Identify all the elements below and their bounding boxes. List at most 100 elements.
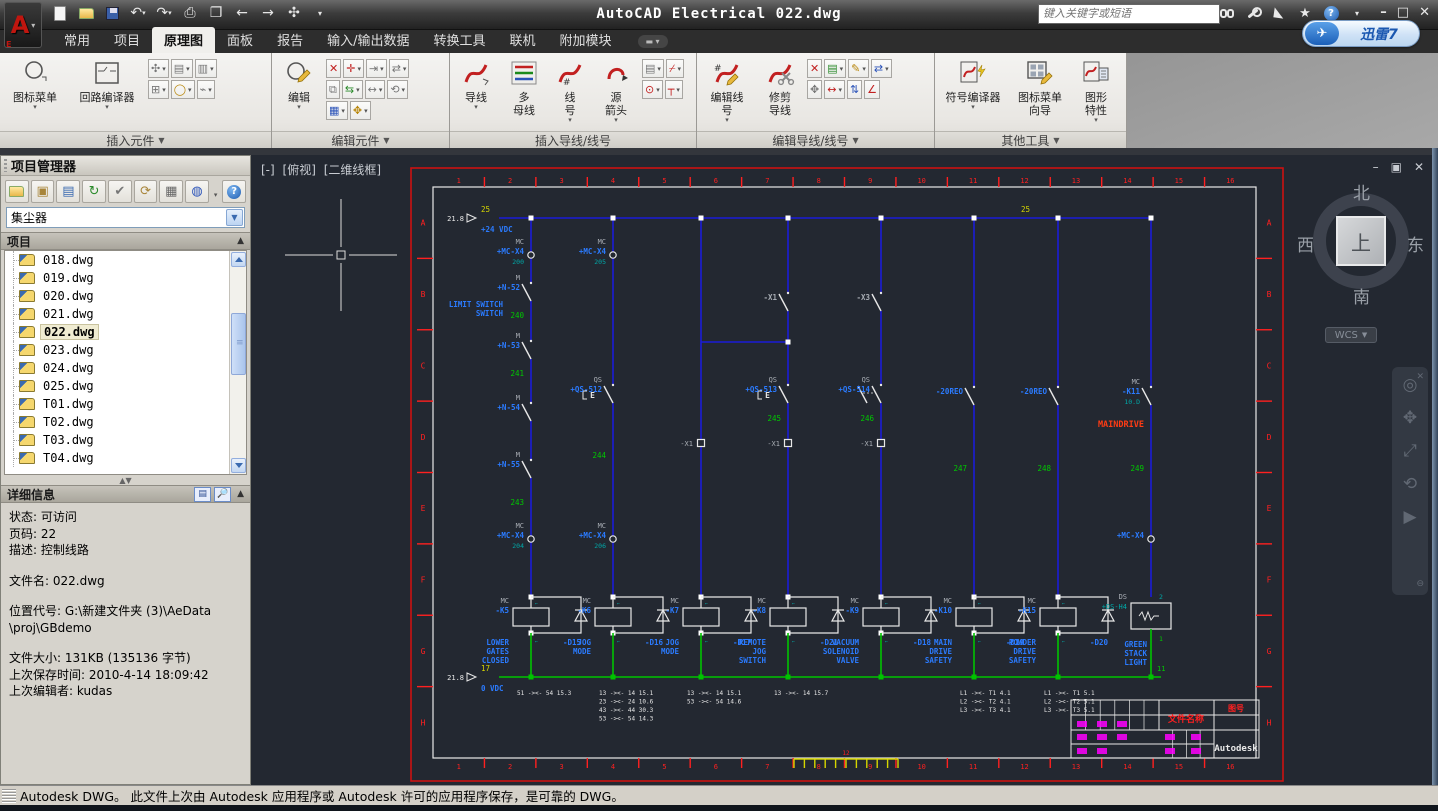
scoot-button[interactable]: ✛▾ [343,59,364,78]
tab-2[interactable]: 原理图 [152,27,215,53]
edit-wire-number-button[interactable]: # 编辑线 号 ▾ [701,57,753,126]
search-input[interactable] [1038,4,1220,24]
zoom-icon[interactable]: ⤢ [1403,443,1417,460]
tab-8[interactable]: 附加模块 [548,27,624,53]
tab-1[interactable]: 项目 [102,27,152,53]
tab-0[interactable]: 常用 [52,27,102,53]
delete-component-button[interactable]: ✕ [326,59,341,78]
toggle-angle-button[interactable]: ∠ [864,80,880,99]
tab-3[interactable]: 面板 [215,27,265,53]
reverse-button[interactable]: ↔▾ [365,80,386,99]
collapse-icon[interactable]: ▲ [237,236,244,246]
balloon-button[interactable]: ◯▾ [171,80,195,99]
statusbar-grip-icon[interactable] [2,789,16,803]
move-wire-number-button[interactable]: ✥ [807,80,822,99]
stretch-wire-button[interactable]: ↔▾ [824,80,845,99]
add-rung-button[interactable]: ▤▾ [824,59,846,78]
file-row[interactable]: T02.dwg [5,413,246,431]
tab-7[interactable]: 联机 [497,27,547,53]
file-row[interactable]: 024.dwg [5,359,246,377]
star-icon[interactable]: ★ [1296,4,1314,22]
redo-icon[interactable]: ↷▾ [154,3,174,23]
open-icon[interactable] [76,3,96,23]
navbar-collapse-icon[interactable]: ⊖ [1416,576,1424,593]
scroll-down-icon[interactable] [231,458,246,473]
drawing-canvas[interactable]: [-] [俯视] [二维线框] – ▣ ✕ 112233445566778899… [251,155,1432,785]
satellite-icon[interactable] [1270,4,1288,22]
panel-footer-0[interactable]: 插入元件▼ [0,131,271,148]
save-icon[interactable] [102,3,122,23]
wcs-dropdown[interactable]: WCS▼ [1325,327,1377,343]
icon-menu-wizard-button[interactable]: 图标菜单 向导 [1011,57,1069,119]
details-preview-icon[interactable]: 🔎 [214,487,231,502]
scroll-up-icon[interactable] [231,252,246,267]
wire-dot2-button[interactable]: ⊙▾ [642,80,663,99]
navbar-close-icon[interactable]: ✕ [1416,369,1424,386]
check-project-icon[interactable]: ✔ [108,180,132,203]
scroll-thumb[interactable] [231,313,246,375]
plot-project-icon[interactable]: ▦ [159,180,183,203]
drawing-list-icon[interactable]: ▤ [56,180,80,203]
doc-close-icon[interactable]: ✕ [1414,160,1424,174]
trim-wire-button[interactable]: 修剪 导线 [757,57,803,119]
viewcube-top-face[interactable]: 上 [1336,216,1386,266]
file-row[interactable]: 025.dwg [5,377,246,395]
flip-wire-number-button[interactable]: ⇅ [847,80,862,99]
plot-icon[interactable]: ⎙ [180,3,200,23]
panel-footer-2[interactable]: 插入导线/线号 [450,131,696,148]
icon-menu-button[interactable]: 图标菜单 ▾ [4,57,66,113]
combo-dropdown-icon[interactable]: ▼ [226,209,243,226]
wire-gap-button[interactable]: ⌿▾ [666,59,684,78]
viewport-minus-control[interactable]: [-] [261,163,275,177]
project-combo[interactable]: 集尘器 ▼ [6,207,245,228]
terminal-strip-button[interactable]: ▤▾ [171,59,193,78]
open-project-icon[interactable] [5,180,29,203]
multi-insert-button[interactable]: ⊞▾ [148,80,169,99]
copy-component-button[interactable]: ⧉ [326,80,340,99]
edit-wire-button[interactable]: ✎▾ [848,59,869,78]
panel-footer-3[interactable]: 编辑导线/线号▼ [697,131,934,148]
maximize-icon[interactable]: □ [1397,5,1409,20]
back-icon[interactable]: ← [232,3,252,23]
xunlei-button[interactable]: ✈ 迅雷7 [1302,20,1420,47]
file-row[interactable]: 023.dwg [5,341,246,359]
toolbar-overflow-icon[interactable]: ▾ [211,182,220,201]
file-row[interactable]: 022.dwg [5,323,246,341]
palette-title[interactable]: 项目管理器 [1,156,250,176]
circuit-builder-button[interactable]: 回路编译器 ▾ [70,57,144,113]
palette-splitter[interactable]: ▲▼ [1,475,250,485]
symbol-builder-button[interactable]: 符号编译器 ▾ [939,57,1007,113]
close-icon[interactable]: ✕ [1419,5,1430,20]
details-list-icon[interactable]: ▤ [194,487,211,502]
source-arrow-button[interactable]: 源 箭头 ▾ [594,57,638,126]
file-row[interactable]: 019.dwg [5,269,246,287]
move-component-button[interactable]: ✥▾ [350,101,371,120]
wire-button[interactable]: 导线 ▾ [454,57,498,113]
align-button[interactable]: ⇥▾ [366,59,387,78]
pan-hand-icon[interactable]: ✥ [1403,410,1417,427]
viewport-style-control[interactable]: [二维线框] [324,163,381,177]
viewcube-south[interactable]: 南 [1353,283,1370,308]
file-row[interactable]: T01.dwg [5,395,246,413]
panel-footer-4[interactable]: 其他工具▼ [935,131,1126,148]
viewcube-north[interactable]: 北 [1353,179,1370,204]
viewcube[interactable]: 北 南 西 东 上 [1303,183,1419,303]
file-row[interactable]: 021.dwg [5,305,246,323]
tab-5[interactable]: 输入/输出数据 [315,27,421,53]
steering-wheel-icon[interactable]: ◎ [1403,377,1418,394]
file-row[interactable]: T04.dwg [5,449,246,467]
drawing-properties-button[interactable]: 图形 特性 ▾ [1073,57,1119,126]
sheet-icon[interactable]: ❐ [206,3,226,23]
doc-restore-icon[interactable]: ▣ [1391,160,1402,174]
refresh-icon[interactable]: ↻ [82,180,106,203]
tab-6[interactable]: 转换工具 [421,27,497,53]
publish-web-icon[interactable]: ◍ [185,180,209,203]
swap-wire-number-button[interactable]: ⇄▾ [871,59,892,78]
file-row[interactable]: 020.dwg [5,287,246,305]
panel-footer-1[interactable]: 编辑元件▼ [272,131,449,148]
cloud-dropdown-icon[interactable]: ▬ ▾ [638,35,668,48]
file-list-scrollbar[interactable] [229,251,246,474]
wire-number-button[interactable]: # 线 号 ▾ [550,57,590,126]
tool-icon[interactable]: ✣ [284,3,304,23]
minimize-icon[interactable]: – [1380,5,1387,20]
